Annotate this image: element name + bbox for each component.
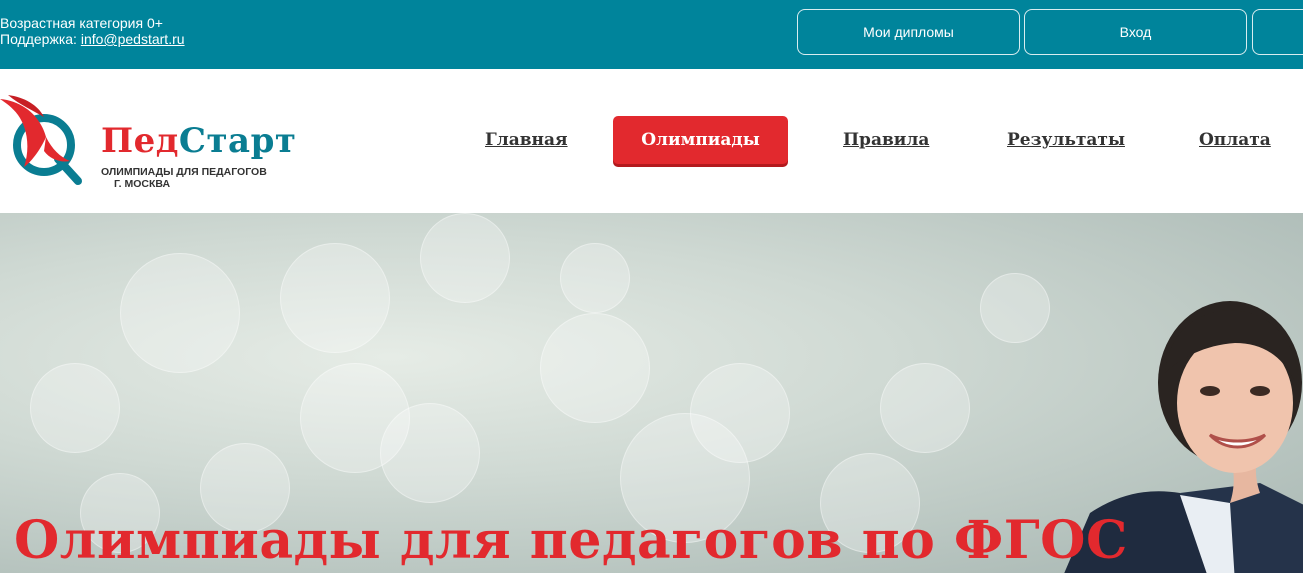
brand-name: ПедСтарт xyxy=(101,121,296,161)
nav-item-home[interactable]: Главная xyxy=(485,129,568,151)
my-diplomas-button[interactable]: Мои дипломы xyxy=(797,9,1020,55)
site-logo[interactable]: ПедСтарт ОЛИМПИАДЫ ДЛЯ ПЕДАГОГОВ Г. МОСК… xyxy=(0,93,310,193)
site-header: ПедСтарт ОЛИМПИАДЫ ДЛЯ ПЕДАГОГОВ Г. МОСК… xyxy=(0,69,1303,213)
tagline-line-1: ОЛИМПИАДЫ ДЛЯ ПЕДАГОГОВ xyxy=(101,166,267,178)
bokeh-decoration xyxy=(380,403,480,503)
login-button[interactable]: Вход xyxy=(1024,9,1247,55)
support-line: Поддержка: info@pedstart.ru xyxy=(0,31,185,47)
bokeh-decoration xyxy=(540,313,650,423)
bokeh-decoration xyxy=(30,363,120,453)
top-info: Возрастная категория 0+ Поддержка: info@… xyxy=(0,15,185,47)
age-category: Возрастная категория 0+ xyxy=(0,15,163,31)
brand-part-2: Старт xyxy=(178,121,297,161)
support-label: Поддержка: xyxy=(0,31,81,47)
bokeh-decoration xyxy=(420,213,510,303)
nav-item-olympiads[interactable]: Олимпиады xyxy=(613,116,788,164)
hero-title: Олимпиады для педагогов по ФГОС xyxy=(14,510,1128,571)
top-bar: Возрастная категория 0+ Поддержка: info@… xyxy=(0,0,1303,69)
logo-feather-icon xyxy=(0,95,82,185)
nav-item-results[interactable]: Результаты xyxy=(1007,129,1125,151)
hero-banner: Олимпиады для педагогов по ФГОС xyxy=(0,213,1303,573)
bokeh-decoration xyxy=(120,253,240,373)
bokeh-decoration xyxy=(880,363,970,453)
bokeh-decoration xyxy=(560,243,630,313)
brand-part-1: Пед xyxy=(101,121,179,161)
nav-item-payment[interactable]: Оплата xyxy=(1199,129,1271,151)
tagline-line-2: Г. МОСКВА xyxy=(114,178,171,190)
bokeh-decoration xyxy=(280,243,390,353)
support-email-link[interactable]: info@pedstart.ru xyxy=(81,31,185,47)
bokeh-decoration xyxy=(980,273,1050,343)
nav-item-rules[interactable]: Правила xyxy=(843,129,929,151)
register-button[interactable] xyxy=(1252,9,1303,55)
